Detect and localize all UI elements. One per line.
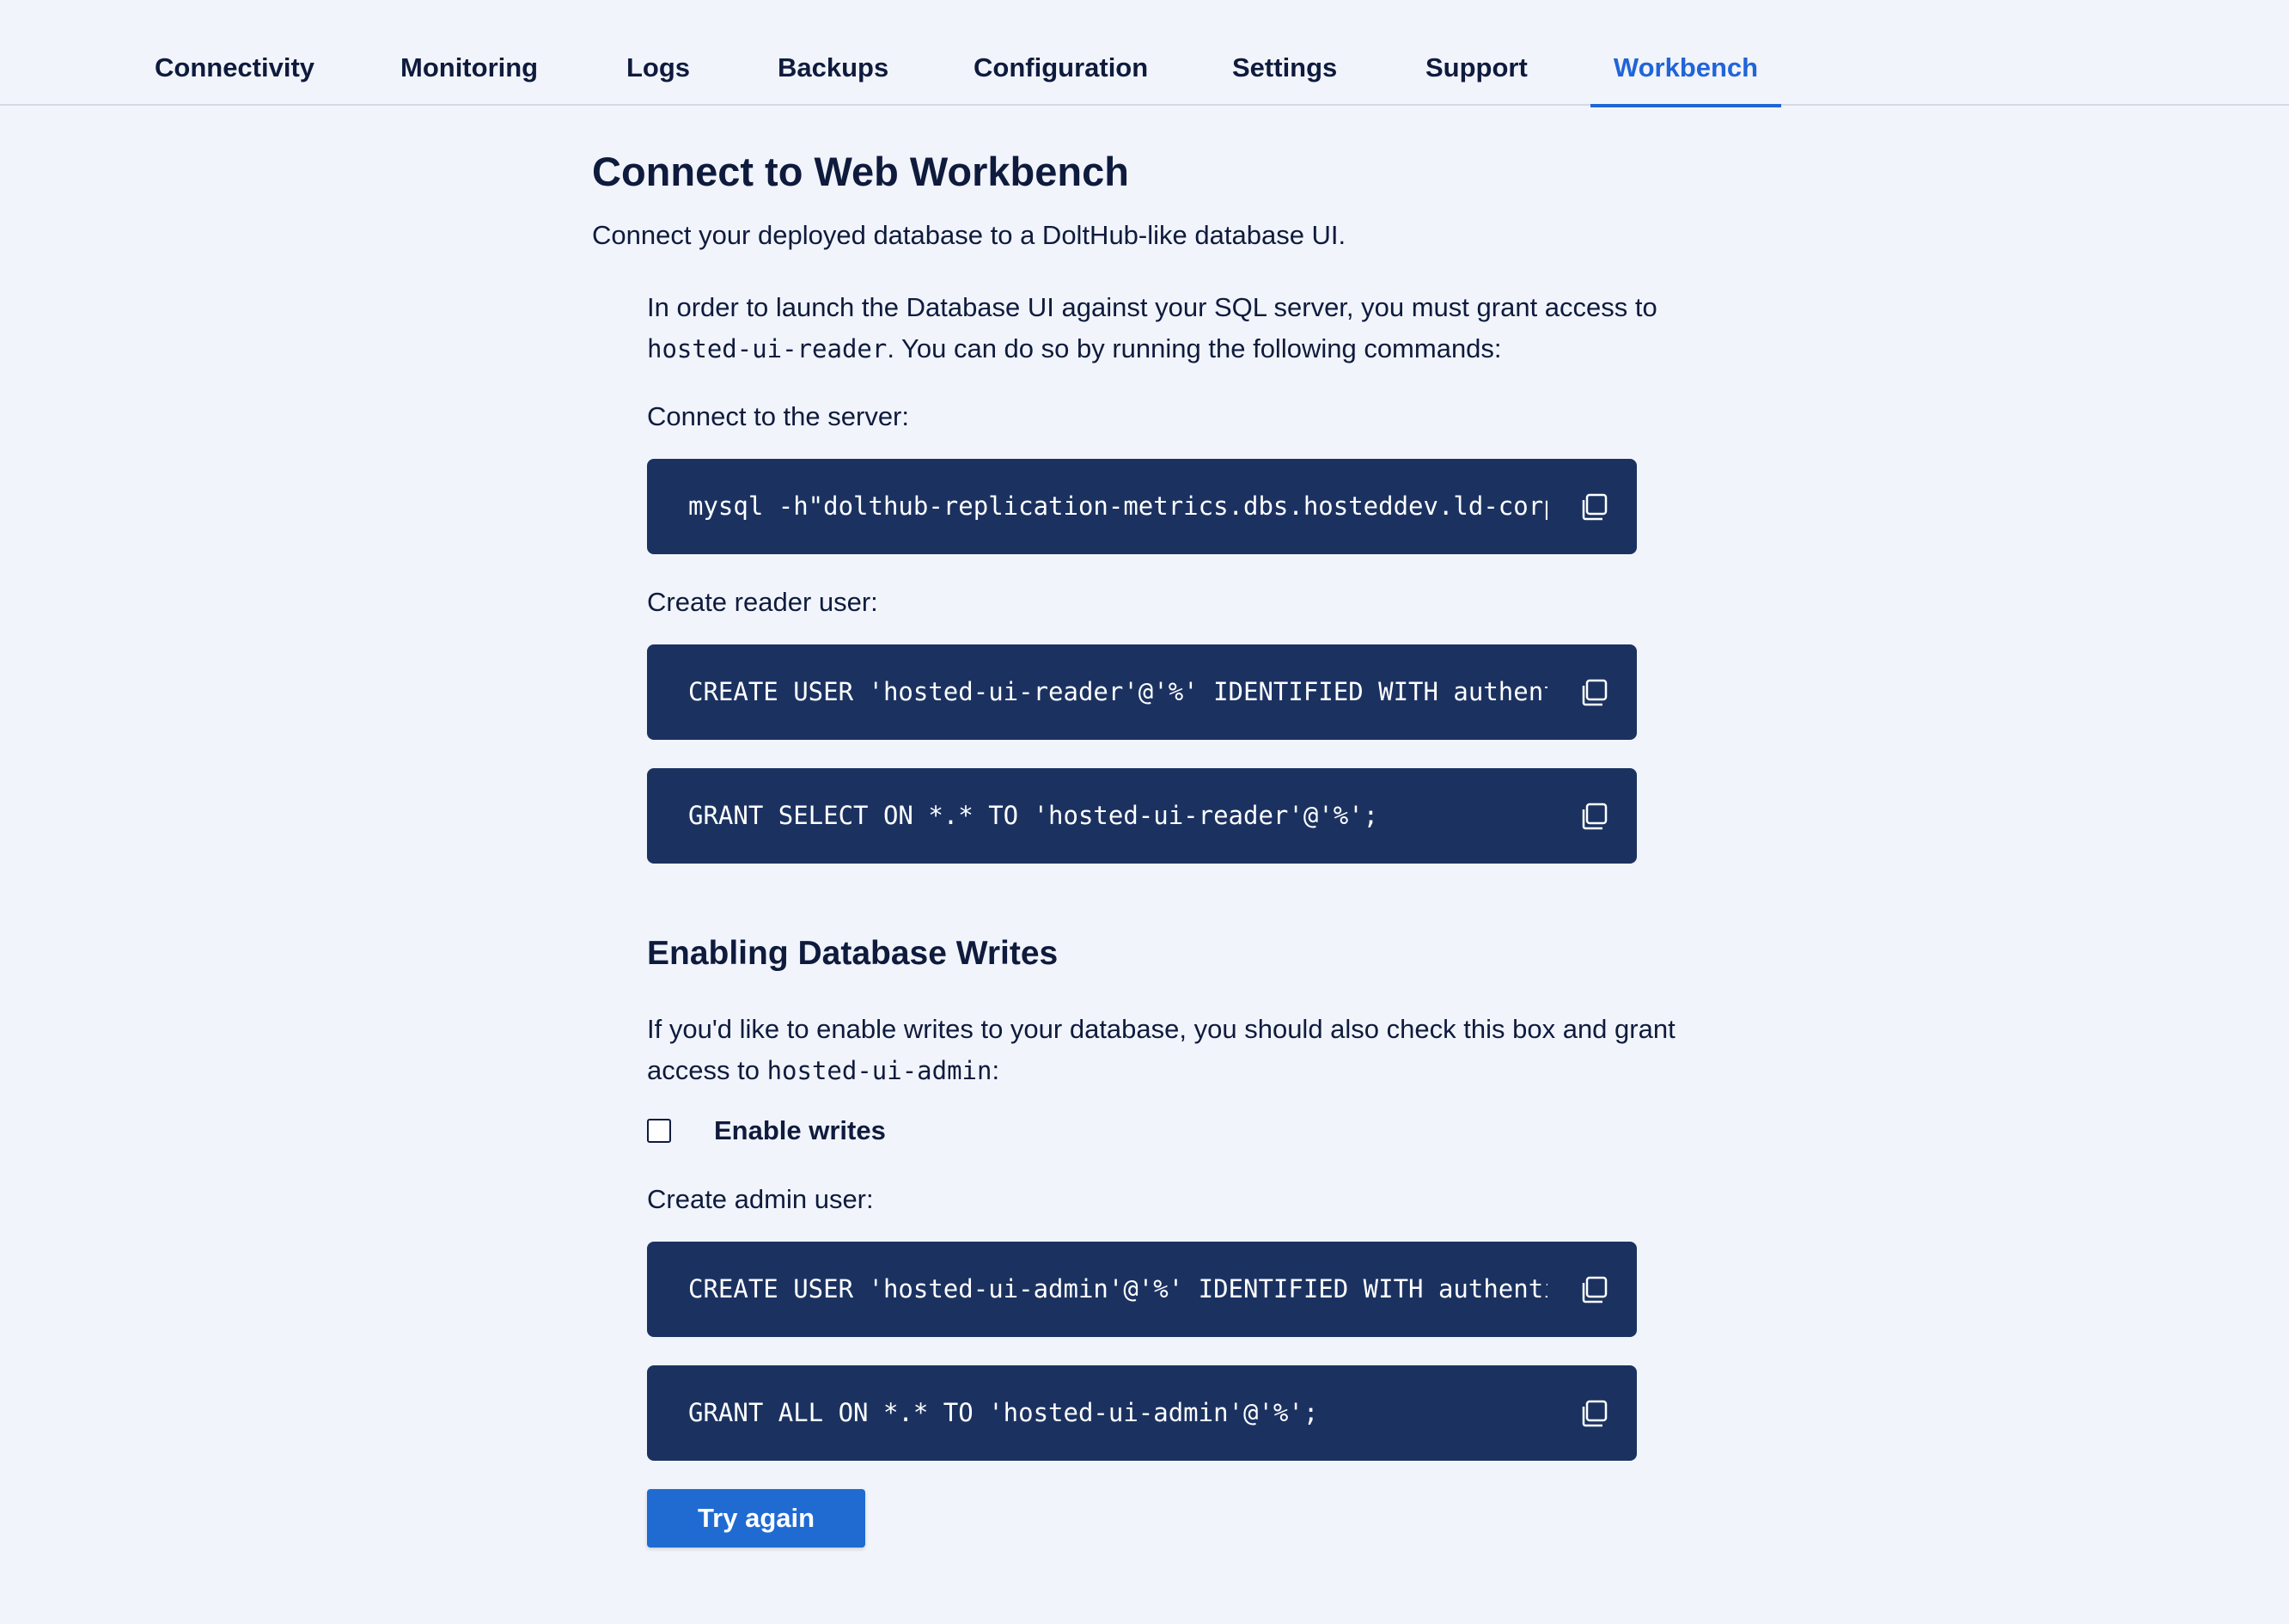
grant-reader-command-box: GRANT SELECT ON *.* TO 'hosted-ui-reader… <box>647 768 1637 864</box>
copy-icon[interactable] <box>1578 801 1609 832</box>
enable-writes-row: Enable writes <box>647 1115 886 1146</box>
enable-writes-label[interactable]: Enable writes <box>714 1115 886 1146</box>
tab-logs[interactable]: Logs <box>626 0 690 106</box>
tab-settings[interactable]: Settings <box>1232 0 1337 106</box>
intro-text: In order to launch the Database UI again… <box>647 287 1678 369</box>
copy-icon[interactable] <box>1578 1398 1609 1429</box>
tab-monitoring[interactable]: Monitoring <box>400 0 538 106</box>
create-admin-command-box: CREATE USER 'hosted-ui-admin'@'%' IDENTI… <box>647 1242 1637 1337</box>
copy-icon[interactable] <box>1578 677 1609 708</box>
tab-backups[interactable]: Backups <box>778 0 888 106</box>
tab-connectivity[interactable]: Connectivity <box>155 0 314 106</box>
intro-text-before: In order to launch the Database UI again… <box>647 292 1657 322</box>
copy-icon[interactable] <box>1578 1274 1609 1305</box>
copy-icon[interactable] <box>1578 491 1609 522</box>
tab-support[interactable]: Support <box>1425 0 1528 106</box>
connect-command[interactable]: mysql -h"dolthub-replication-metrics.dbs… <box>688 459 1547 554</box>
connect-command-box: mysql -h"dolthub-replication-metrics.dbs… <box>647 459 1637 554</box>
intro-text-after: . You can do so by running the following… <box>887 333 1502 363</box>
create-reader-command-box: CREATE USER 'hosted-ui-reader'@'%' IDENT… <box>647 644 1637 740</box>
create-admin-label: Create admin user: <box>647 1184 874 1214</box>
tab-bar: Connectivity Monitoring Logs Backups Con… <box>0 0 2289 107</box>
writes-text-after: : <box>992 1055 1000 1085</box>
connect-server-label: Connect to the server: <box>647 401 909 431</box>
tab-configuration[interactable]: Configuration <box>974 0 1148 106</box>
admin-user-code: hosted-ui-admin <box>766 1056 992 1085</box>
writes-text: If you'd like to enable writes to your d… <box>647 1009 1678 1091</box>
tab-workbench[interactable]: Workbench <box>1590 0 1781 107</box>
try-again-button[interactable]: Try again <box>647 1489 865 1548</box>
reader-user-code: hosted-ui-reader <box>647 334 888 363</box>
writes-section-title: Enabling Database Writes <box>647 935 1059 972</box>
create-reader-label: Create reader user: <box>647 587 878 617</box>
page-title: Connect to Web Workbench <box>592 149 1129 194</box>
grant-admin-command-box: GRANT ALL ON *.* TO 'hosted-ui-admin'@'%… <box>647 1365 1637 1461</box>
grant-reader-command[interactable]: GRANT SELECT ON *.* TO 'hosted-ui-reader… <box>688 768 1547 864</box>
create-admin-command[interactable]: CREATE USER 'hosted-ui-admin'@'%' IDENTI… <box>688 1242 1547 1337</box>
page-subtitle: Connect your deployed database to a Dolt… <box>592 220 1346 250</box>
grant-admin-command[interactable]: GRANT ALL ON *.* TO 'hosted-ui-admin'@'%… <box>688 1365 1547 1461</box>
create-reader-command[interactable]: CREATE USER 'hosted-ui-reader'@'%' IDENT… <box>688 644 1547 740</box>
enable-writes-checkbox[interactable] <box>647 1119 671 1143</box>
